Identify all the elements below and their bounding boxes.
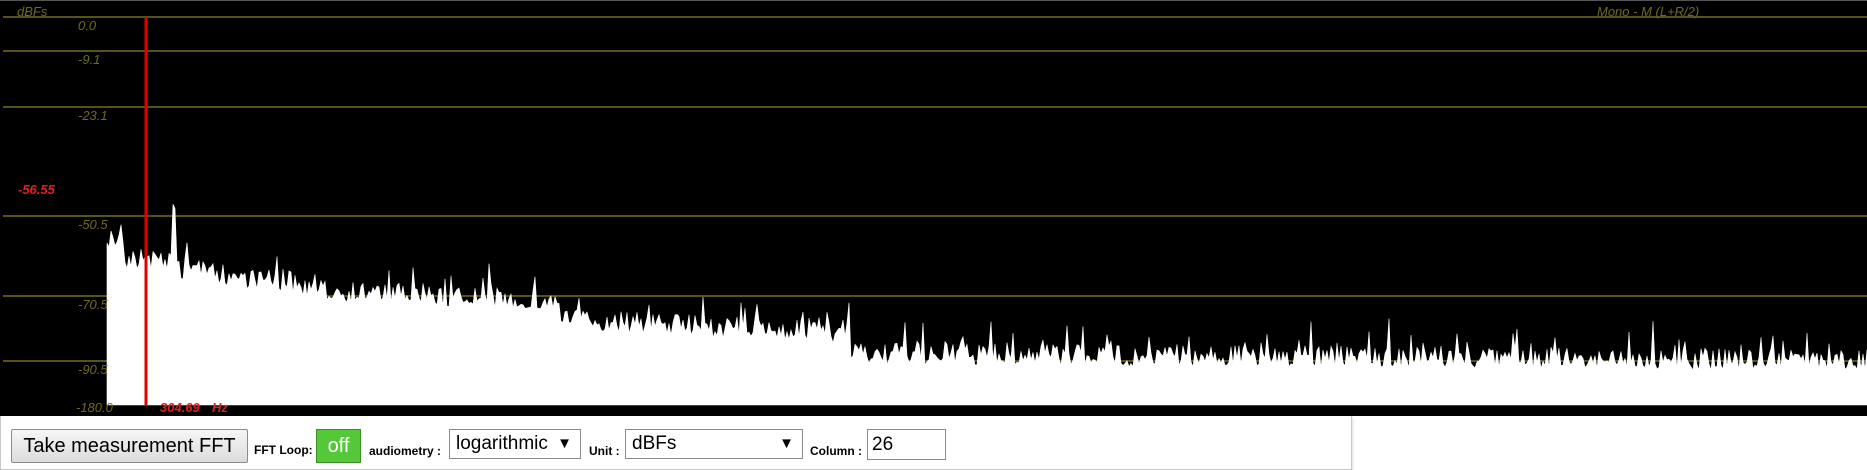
unit-value: dBFs [632, 433, 677, 454]
audiometry-label: audiometry : [369, 444, 442, 458]
channel-label: Mono - M (L+R/2) [1597, 4, 1699, 19]
y-axis-label: -90.5 [78, 362, 108, 377]
cursor-frequency-unit: Hz [212, 400, 228, 415]
y-axis-label: -23.1 [78, 108, 108, 123]
unit-corner-label: dBFs [17, 4, 48, 19]
audiometry-value: logarithmic [456, 433, 548, 454]
fft-loop-toggle[interactable]: off [316, 429, 361, 463]
fft-loop-label: FFT Loop: [254, 443, 313, 457]
cursor-level-label: -56.55 [18, 182, 56, 197]
y-axis-bottom-label: -180.0 [76, 400, 114, 415]
y-axis-label: -70.5 [78, 297, 108, 312]
audiometry-select[interactable]: logarithmic ▼ [449, 429, 581, 459]
column-input[interactable]: 26 [867, 429, 946, 460]
y-axis-label: -9.1 [78, 52, 100, 67]
unit-select[interactable]: dBFs ▼ [625, 429, 803, 459]
y-axis-label: 0.0 [78, 18, 97, 33]
y-axis-label: -50.5 [78, 217, 108, 232]
dropdown-arrow-icon: ▼ [779, 435, 794, 452]
take-measurement-button[interactable]: Take measurement FFT [11, 429, 248, 463]
unit-label: Unit : [589, 444, 620, 458]
dropdown-arrow-icon: ▼ [557, 435, 572, 452]
control-toolbar: Take measurement FFT FFT Loop: off audio… [0, 416, 1352, 470]
column-label: Column : [810, 444, 862, 458]
spectrum-plot[interactable]: 0.0 -9.1 -23.1 -50.5 -70.5 -90.5 dBFs Mono - … [0, 1, 1867, 417]
spectrum-floor [107, 371, 1867, 405]
spectrum-display[interactable]: 0.0 -9.1 -23.1 -50.5 -70.5 -90.5 dBFs Mono - … [0, 0, 1867, 416]
cursor-frequency-label: 304.69 [160, 400, 201, 415]
